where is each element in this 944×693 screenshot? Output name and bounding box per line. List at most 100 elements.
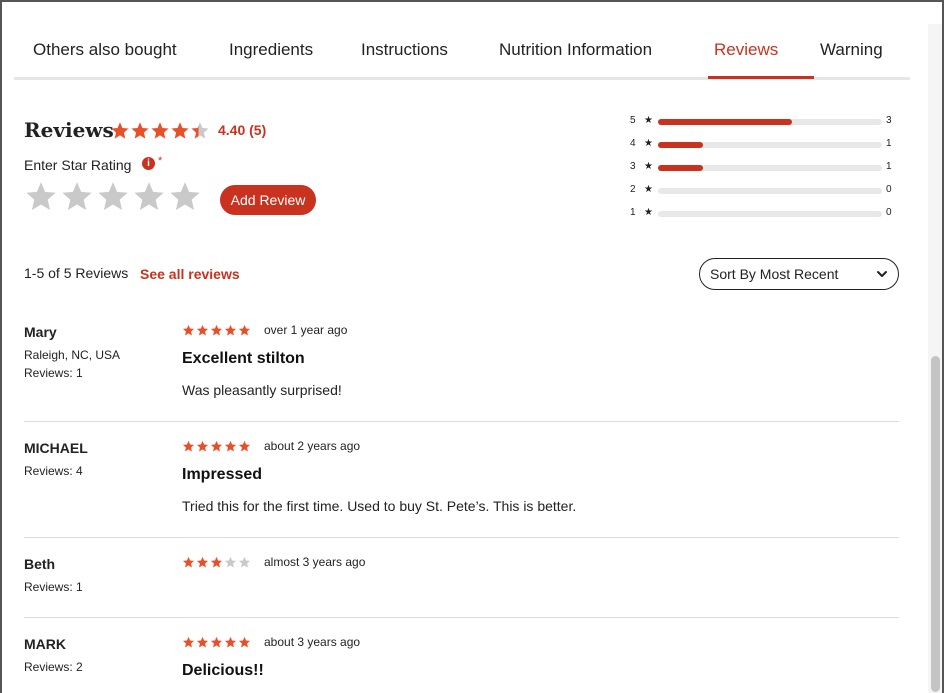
star-icon xyxy=(182,440,195,452)
review-time: over 1 year ago xyxy=(264,323,348,337)
active-tab-indicator xyxy=(708,76,814,79)
star-icon xyxy=(196,440,209,452)
tab-nutrition-information[interactable]: Nutrition Information xyxy=(499,40,652,60)
tab-reviews[interactable]: Reviews xyxy=(714,40,778,60)
star-icon: ★ xyxy=(644,184,653,195)
reviewer-name: MICHAEL xyxy=(24,440,88,456)
histogram-row: 5 ★ 3 xyxy=(630,114,900,137)
review-rating-stars xyxy=(182,324,251,337)
star-icon xyxy=(191,122,209,139)
review-title: Excellent stilton xyxy=(182,350,305,367)
review-time: about 2 years ago xyxy=(264,439,361,453)
sort-select-value: Sort By Most Recent xyxy=(710,266,839,282)
rating-histogram: 5 ★ 3 4 ★ 1 3 ★ 1 2 ★ 0 1 ★ 0 xyxy=(630,114,900,229)
star-icon: ★ xyxy=(644,115,653,126)
histogram-fill xyxy=(658,165,703,171)
star-icon xyxy=(196,556,209,568)
histogram-row: 2 ★ 0 xyxy=(630,183,900,206)
reviewer-name: Mary xyxy=(24,324,57,340)
info-icon[interactable]: i xyxy=(142,157,155,170)
star-icon xyxy=(111,122,129,139)
star-icon xyxy=(210,636,223,648)
histogram-track xyxy=(658,211,882,217)
review-rating-stars xyxy=(182,556,251,569)
star-icon xyxy=(210,440,223,452)
reviewer-review-count: Reviews: 1 xyxy=(24,366,83,380)
star-icon xyxy=(238,324,251,336)
sort-select[interactable]: Sort By Most Recent xyxy=(699,258,899,290)
histogram-track xyxy=(658,142,882,148)
histogram-count: 0 xyxy=(886,184,892,195)
average-rating-stars xyxy=(110,121,210,146)
star-icon xyxy=(238,440,251,452)
star-icon xyxy=(224,636,237,648)
star-icon xyxy=(151,122,169,139)
star-icon: ★ xyxy=(644,207,653,218)
review-time: almost 3 years ago xyxy=(264,555,366,569)
histogram-track xyxy=(658,119,882,125)
average-rating-score: 4.40 (5) xyxy=(218,122,267,138)
histogram-track xyxy=(658,188,882,194)
histogram-row: 4 ★ 1 xyxy=(630,137,900,160)
tab-instructions[interactable]: Instructions xyxy=(361,40,448,60)
review-title: Delicious!! xyxy=(182,662,264,679)
review-title: Impressed xyxy=(182,466,263,483)
histogram-stars-label: 5 xyxy=(630,115,636,126)
histogram-track xyxy=(658,165,882,171)
star-icon xyxy=(196,636,209,648)
histogram-fill xyxy=(658,142,703,148)
star-icon xyxy=(224,324,237,336)
chevron-down-icon xyxy=(877,271,887,277)
reviewer-review-count: Reviews: 4 xyxy=(24,464,83,478)
star-icon xyxy=(224,440,237,452)
star-icon xyxy=(131,122,149,139)
histogram-stars-label: 3 xyxy=(630,161,636,172)
star-icon xyxy=(238,636,251,648)
histogram-row: 3 ★ 1 xyxy=(630,160,900,183)
rate-star-3-icon[interactable] xyxy=(96,180,128,214)
star-icon xyxy=(196,324,209,336)
reviewer-review-count: Reviews: 2 xyxy=(24,660,83,674)
scrollbar-thumb[interactable] xyxy=(931,356,940,692)
histogram-count: 0 xyxy=(886,207,892,218)
review-divider xyxy=(24,421,899,422)
star-icon xyxy=(238,556,251,568)
tab-warning[interactable]: Warning xyxy=(820,40,883,60)
review-rating-stars xyxy=(182,440,251,453)
reviews-heading: Reviews xyxy=(24,118,114,142)
tab-others-also-bought[interactable]: Others also bought xyxy=(33,40,177,60)
star-icon xyxy=(224,556,237,568)
histogram-count: 1 xyxy=(886,161,892,172)
reviews-count: 1-5 of 5 Reviews xyxy=(24,265,129,281)
star-rating-input xyxy=(24,180,200,214)
add-review-button[interactable]: Add Review xyxy=(220,185,316,215)
star-icon xyxy=(182,324,195,336)
star-icon: ★ xyxy=(644,161,653,172)
review-rating-stars xyxy=(182,636,251,649)
star-icon xyxy=(182,636,195,648)
required-marker: * xyxy=(158,155,163,167)
reviewer-location: Raleigh, NC, USA xyxy=(24,348,121,362)
review-body: Tried this for the first time. Used to b… xyxy=(182,498,577,514)
window-frame xyxy=(0,0,944,693)
reviewer-name: Beth xyxy=(24,556,56,572)
histogram-count: 3 xyxy=(886,115,892,126)
histogram-fill xyxy=(658,119,793,125)
histogram-stars-label: 4 xyxy=(630,138,636,149)
review-divider xyxy=(24,617,899,618)
see-all-reviews-link[interactable]: See all reviews xyxy=(140,266,240,282)
rate-star-4-icon[interactable] xyxy=(132,180,164,214)
rate-star-1-icon[interactable] xyxy=(24,180,56,214)
star-icon xyxy=(171,122,189,139)
star-icon: ★ xyxy=(644,138,653,149)
tab-bar: Others also bought Ingredients Instructi… xyxy=(14,22,910,80)
histogram-count: 1 xyxy=(886,138,892,149)
review-divider xyxy=(24,537,899,538)
star-icon xyxy=(210,556,223,568)
rate-star-2-icon[interactable] xyxy=(60,180,92,214)
reviewer-name: MARK xyxy=(24,636,66,652)
star-icon xyxy=(210,324,223,336)
rate-star-5-icon[interactable] xyxy=(168,180,200,214)
histogram-stars-label: 2 xyxy=(630,184,636,195)
tab-ingredients[interactable]: Ingredients xyxy=(229,40,313,60)
